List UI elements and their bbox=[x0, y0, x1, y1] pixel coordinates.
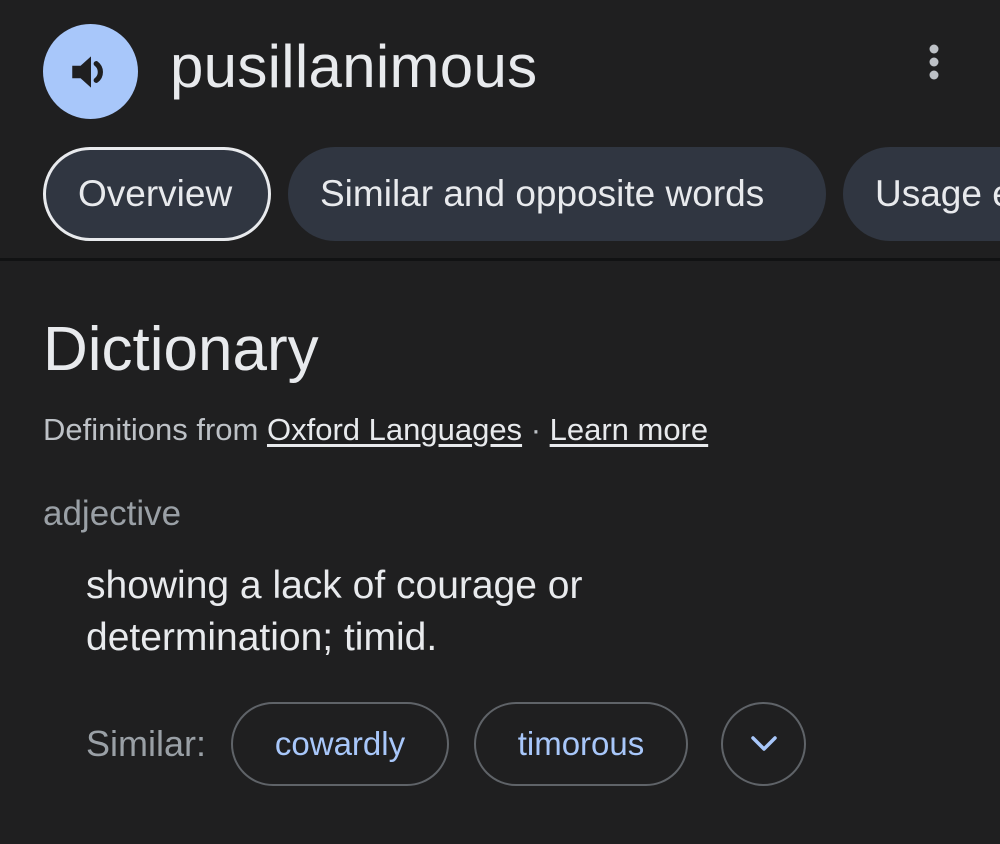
word-title: pusillanimous bbox=[170, 33, 538, 100]
tab-similar-and-opposite-words[interactable]: Similar and opposite words bbox=[288, 147, 826, 241]
learn-more-link[interactable]: Learn more bbox=[550, 412, 709, 447]
similar-word-chip-timorous[interactable]: timorous bbox=[474, 702, 688, 786]
similar-label: Similar: bbox=[86, 723, 207, 764]
more-options-button[interactable] bbox=[918, 40, 950, 84]
divider bbox=[0, 258, 1000, 261]
chevron-down-icon bbox=[750, 736, 777, 751]
source-prefix: Definitions from bbox=[43, 412, 259, 447]
tab-overview[interactable]: Overview bbox=[43, 147, 271, 241]
section-title: Dictionary bbox=[43, 315, 319, 384]
part-of-speech: adjective bbox=[43, 494, 182, 533]
source-separator: · bbox=[530, 412, 542, 447]
definition-text: showing a lack of courage or determinati… bbox=[86, 564, 583, 659]
tab-usage-examples[interactable]: Usage examples bbox=[843, 147, 1000, 241]
source-line: Definitions from Oxford Languages · Lear… bbox=[43, 410, 708, 450]
similar-word-chip-cowardly[interactable]: cowardly bbox=[231, 702, 449, 786]
tab-bar: Overview Similar and opposite words Usag… bbox=[43, 147, 1000, 241]
speaker-icon bbox=[71, 55, 103, 88]
pronunciation-speaker-button[interactable] bbox=[43, 24, 138, 119]
expand-similar-button[interactable] bbox=[721, 702, 806, 786]
oxford-languages-link[interactable]: Oxford Languages bbox=[267, 412, 522, 447]
more-vert-icon bbox=[929, 44, 939, 80]
